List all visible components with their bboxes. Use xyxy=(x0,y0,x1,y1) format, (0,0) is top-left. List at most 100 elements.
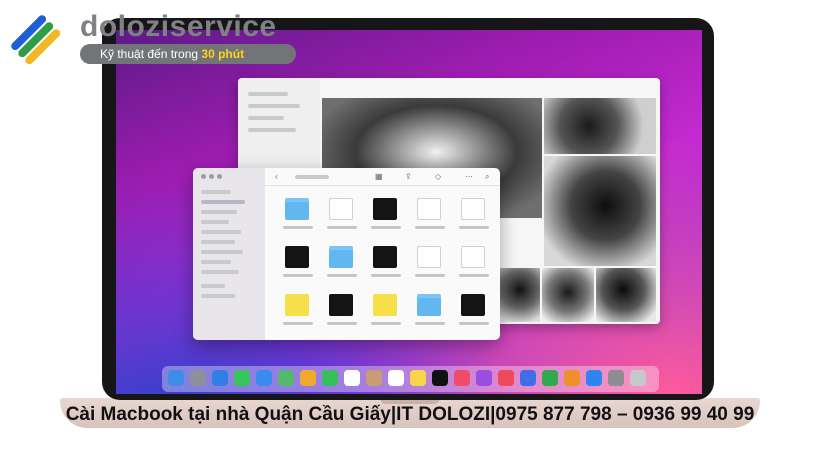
facetime-icon[interactable] xyxy=(322,370,338,386)
brand-name: doloziservice xyxy=(80,10,277,43)
sidebar-item[interactable] xyxy=(201,190,231,194)
finder-item-label xyxy=(415,274,445,277)
messages-icon[interactable] xyxy=(234,370,250,386)
sidebar-item[interactable] xyxy=(201,294,235,298)
finder-item[interactable] xyxy=(451,290,497,334)
app-store-icon[interactable] xyxy=(586,370,602,386)
notes-icon[interactable] xyxy=(410,370,426,386)
reminders-icon[interactable] xyxy=(388,370,404,386)
tag-icon[interactable]: ◇ xyxy=(435,172,441,181)
safari-icon[interactable] xyxy=(212,370,228,386)
photo-thumbnail[interactable] xyxy=(544,98,656,154)
trash-icon[interactable] xyxy=(630,370,646,386)
finder-item[interactable] xyxy=(451,194,497,238)
sidebar-item[interactable] xyxy=(201,284,225,288)
keynote-icon[interactable] xyxy=(520,370,536,386)
sidebar-line xyxy=(248,92,288,96)
finder-item[interactable] xyxy=(319,194,365,238)
finder-item[interactable] xyxy=(275,242,321,286)
tagline-text: Kỹ thuật đến trong xyxy=(100,47,199,61)
close-window-dot[interactable] xyxy=(201,174,206,179)
pages-icon[interactable] xyxy=(564,370,580,386)
sidebar-item[interactable] xyxy=(201,260,231,264)
zoom-window-dot[interactable] xyxy=(217,174,222,179)
view-options-icon[interactable]: ▦ xyxy=(375,172,383,181)
photo-thumbnail[interactable] xyxy=(596,268,656,322)
photos-icon[interactable] xyxy=(300,370,316,386)
finder-item[interactable] xyxy=(275,290,321,334)
finder-icon[interactable] xyxy=(168,370,184,386)
caption-text: Cài Macbook tại nhà Quận Cầu Giấy|IT DOL… xyxy=(65,404,755,425)
finder-item[interactable] xyxy=(363,242,409,286)
finder-item[interactable] xyxy=(451,242,497,286)
photo-thumbnail[interactable] xyxy=(544,156,656,266)
finder-item-label xyxy=(371,322,401,325)
finder-item[interactable] xyxy=(275,194,321,238)
image-icon xyxy=(285,294,309,316)
finder-item[interactable] xyxy=(407,290,453,334)
finder-item-label xyxy=(327,274,357,277)
finder-item[interactable] xyxy=(407,194,453,238)
brand-mark-icon xyxy=(11,15,61,65)
sidebar-item[interactable] xyxy=(201,220,229,224)
search-icon[interactable]: ⌕ xyxy=(485,172,489,182)
finder-item-label xyxy=(459,274,489,277)
back-icon[interactable]: ‹ xyxy=(275,172,278,181)
finder-item-label xyxy=(415,322,445,325)
image-icon xyxy=(461,198,485,220)
tagline-highlight: 30 phút xyxy=(201,47,245,61)
finder-item[interactable] xyxy=(363,194,409,238)
photo-icon xyxy=(373,246,397,268)
finder-item[interactable] xyxy=(407,242,453,286)
finder-item-label xyxy=(459,322,489,325)
finder-item[interactable] xyxy=(363,290,409,334)
finder-window[interactable]: ‹ ▦ ⇪ ◇ ⋯ ⌕ xyxy=(193,168,500,340)
finder-item-label xyxy=(327,322,357,325)
image-icon xyxy=(329,198,353,220)
brand-logo: doloziservice Kỹ thuật đến trong 30 phút xyxy=(8,8,308,68)
maps-icon[interactable] xyxy=(278,370,294,386)
sidebar-item[interactable] xyxy=(201,210,237,214)
photo-thumbnail[interactable] xyxy=(542,268,594,322)
sidebar-item[interactable] xyxy=(201,270,239,274)
launchpad-icon[interactable] xyxy=(190,370,206,386)
sidebar-line xyxy=(248,128,296,132)
contacts-icon[interactable] xyxy=(366,370,382,386)
news-icon[interactable] xyxy=(498,370,514,386)
music-icon[interactable] xyxy=(454,370,470,386)
photo-icon xyxy=(461,294,485,316)
sidebar-item-selected[interactable] xyxy=(201,200,245,204)
sidebar-item[interactable] xyxy=(201,240,235,244)
document-icon xyxy=(417,198,441,220)
sidebar-item[interactable] xyxy=(201,250,243,254)
finder-sidebar xyxy=(193,168,265,340)
podcasts-icon[interactable] xyxy=(476,370,492,386)
finder-item-label xyxy=(327,226,357,229)
photo-icon xyxy=(373,198,397,220)
tv-icon[interactable] xyxy=(432,370,448,386)
finder-toolbar: ‹ ▦ ⇪ ◇ ⋯ ⌕ xyxy=(265,168,500,186)
dock xyxy=(162,366,659,392)
sidebar-line xyxy=(248,104,300,108)
promo-banner: ‹ ▦ ⇪ ◇ ⋯ ⌕ doloziservice Kỹ thuật đến t… xyxy=(0,0,820,450)
more-icon[interactable]: ⋯ xyxy=(465,172,473,181)
finder-item-label xyxy=(283,322,313,325)
minimize-window-dot[interactable] xyxy=(209,174,214,179)
finder-item-label xyxy=(283,226,313,229)
finder-item[interactable] xyxy=(319,242,365,286)
sidebar-line xyxy=(248,116,284,120)
calendar-icon[interactable] xyxy=(344,370,360,386)
document-icon xyxy=(461,246,485,268)
folder-icon xyxy=(417,294,441,316)
settings-icon[interactable] xyxy=(608,370,624,386)
photo-thumbnail[interactable] xyxy=(500,268,540,322)
sidebar-item[interactable] xyxy=(201,230,241,234)
share-icon[interactable]: ⇪ xyxy=(405,172,412,181)
mail-icon[interactable] xyxy=(256,370,272,386)
numbers-icon[interactable] xyxy=(542,370,558,386)
finder-item[interactable] xyxy=(319,290,365,334)
window-title xyxy=(295,175,329,179)
finder-item-label xyxy=(371,274,401,277)
image-icon xyxy=(373,294,397,316)
finder-item-label xyxy=(283,274,313,277)
